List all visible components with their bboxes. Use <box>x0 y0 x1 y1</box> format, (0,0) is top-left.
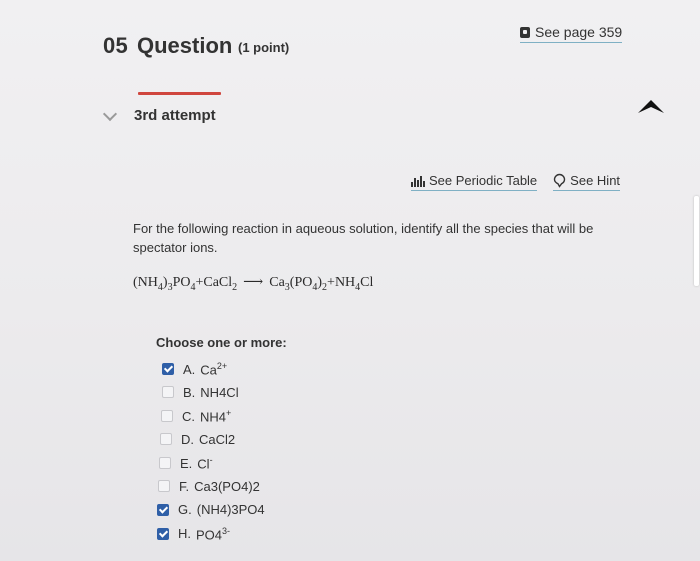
book-icon <box>520 26 530 38</box>
choice-checkbox[interactable] <box>157 503 169 516</box>
choice-text: (NH4)3PO4 <box>196 502 265 517</box>
choice-letter: D. <box>181 431 194 447</box>
choice-checkbox[interactable] <box>159 457 171 470</box>
attempt-indicator-bar <box>138 92 221 95</box>
question-page: 05 Question (1 point) See page 359 3rd a… <box>0 0 700 561</box>
cursor-arrow-icon <box>638 100 664 113</box>
choice-letter: G. <box>178 502 192 517</box>
question-points: (1 point) <box>238 40 290 55</box>
choice-text: PO43- <box>196 525 231 542</box>
choice-text: Ca2+ <box>200 361 228 378</box>
chevron-down-icon <box>102 106 118 121</box>
attempt-label: 3rd attempt <box>134 107 216 124</box>
choice-option[interactable]: H. PO43- <box>157 526 230 542</box>
question-tools: See Periodic Table See Hint <box>411 173 621 191</box>
see-page-link[interactable]: See page 359 <box>520 24 623 43</box>
choice-option[interactable]: B. NH4Cl <box>162 385 239 400</box>
periodic-table-label: See Periodic Table <box>429 173 538 188</box>
choice-letter: A. <box>183 361 196 377</box>
choice-text: Ca3(PO4)2 <box>194 478 260 494</box>
reaction-arrow-icon: ⟶ <box>243 275 264 290</box>
question-number: 05 <box>103 33 129 58</box>
choice-option[interactable]: G. (NH4)3PO4 <box>157 502 265 517</box>
choice-text: NH4+ <box>200 408 232 425</box>
choice-option[interactable]: D. CaCl2 <box>160 432 235 447</box>
attempt-toggle[interactable]: 3rd attempt <box>102 106 216 124</box>
choice-checkbox[interactable] <box>157 527 169 540</box>
choice-letter: H. <box>178 526 191 542</box>
hint-bubble-icon <box>553 173 566 188</box>
choice-checkbox[interactable] <box>158 480 170 492</box>
choice-letter: B. <box>183 384 196 400</box>
question-prompt: For the following reaction in aqueous so… <box>133 221 594 255</box>
hint-label: See Hint <box>570 173 621 188</box>
question-title: Question <box>137 33 233 58</box>
choice-option[interactable]: A. Ca2+ <box>162 361 227 377</box>
choice-letter: F. <box>179 478 190 494</box>
choice-text: NH4Cl <box>200 384 239 400</box>
choice-checkbox[interactable] <box>162 386 174 398</box>
choice-text: Cl- <box>197 455 213 472</box>
choice-option[interactable]: E. Cl- <box>159 455 213 471</box>
periodic-table-link[interactable]: See Periodic Table <box>411 173 538 191</box>
choice-letter: E. <box>180 455 193 471</box>
choices-heading: Choose one or more: <box>156 335 287 350</box>
scrollbar-thumb[interactable] <box>694 196 699 286</box>
hint-link[interactable]: See Hint <box>553 173 621 191</box>
choice-option[interactable]: F. Ca3(PO4)2 <box>158 479 260 494</box>
periodic-table-icon <box>411 175 425 187</box>
choice-option[interactable]: C. NH4+ <box>161 408 231 424</box>
choice-checkbox[interactable] <box>162 363 174 376</box>
see-page-label: See page 359 <box>535 24 623 40</box>
reaction-equation: (NH4)3PO4+CaCl2 ⟶ Ca3(PO4)2+NH4Cl <box>133 275 374 293</box>
choice-text: CaCl2 <box>199 431 236 447</box>
choice-checkbox[interactable] <box>161 410 173 423</box>
choice-checkbox[interactable] <box>160 433 172 445</box>
choice-letter: C. <box>182 408 195 424</box>
